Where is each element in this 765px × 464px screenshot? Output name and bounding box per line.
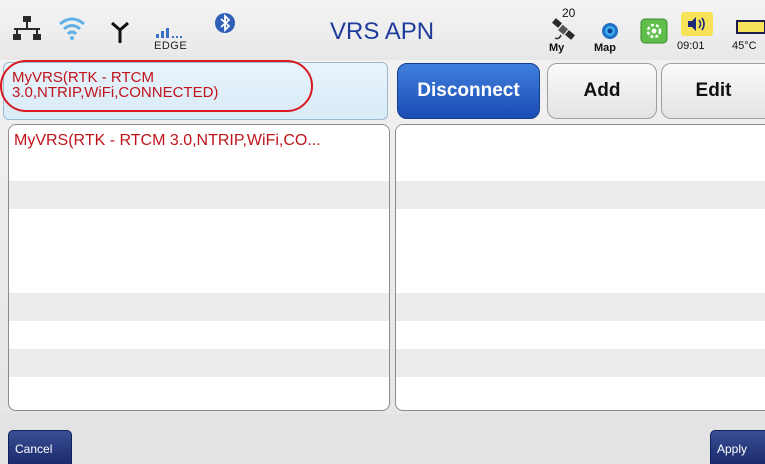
map-button[interactable]: Map xyxy=(594,20,634,60)
wifi-icon xyxy=(58,15,86,41)
list-item-label: MyVRS(RTK - RTCM 3.0,NTRIP,WiFi,CO... xyxy=(14,132,321,149)
list-row-empty xyxy=(9,349,389,377)
list-row-empty xyxy=(9,321,389,349)
page-title: VRS APN xyxy=(330,18,435,45)
disconnect-button[interactable]: Disconnect xyxy=(397,63,540,119)
list-row-empty xyxy=(396,125,765,153)
list-row-empty xyxy=(396,293,765,321)
cell-network-label: EDGE xyxy=(154,40,188,52)
list-item[interactable]: MyVRS(RTK - RTCM 3.0,NTRIP,WiFi,CO... xyxy=(9,125,389,153)
list-row-empty xyxy=(396,237,765,265)
clock: 09:01 xyxy=(677,40,705,52)
satellite-indicator[interactable]: 20 My xyxy=(545,6,585,56)
antenna-icon xyxy=(110,20,130,44)
list-row-empty xyxy=(396,321,765,349)
list-row-empty xyxy=(9,265,389,293)
list-row-empty xyxy=(9,293,389,321)
cell-signal-indicator: EDGE xyxy=(148,16,202,56)
apply-button[interactable]: Apply xyxy=(710,430,765,464)
list-row-empty xyxy=(396,209,765,237)
list-row-empty xyxy=(396,349,765,377)
volume-icon xyxy=(681,12,713,41)
softkey-bar xyxy=(0,414,765,464)
status-bar: EDGE VRS APN 20 My Map 09:01 45°C xyxy=(0,0,765,60)
apn-list[interactable]: MyVRS(RTK - RTCM 3.0,NTRIP,WiFi,CO... xyxy=(8,124,390,411)
list-row-empty xyxy=(396,377,765,405)
gear-icon xyxy=(640,18,668,48)
current-apn-line1: MyVRS(RTK - RTCM xyxy=(12,69,154,86)
apn-detail-list[interactable] xyxy=(395,124,765,411)
list-row-empty xyxy=(396,181,765,209)
list-row-empty xyxy=(396,153,765,181)
list-row-empty xyxy=(9,153,389,181)
list-row-empty xyxy=(396,265,765,293)
satellite-label: My xyxy=(549,42,565,54)
map-label: Map xyxy=(594,42,616,54)
battery-icon xyxy=(736,20,765,39)
battery-indicator: 45°C xyxy=(728,10,765,52)
edit-button[interactable]: Edit xyxy=(661,63,765,119)
bluetooth-icon xyxy=(214,12,236,34)
current-apn-field[interactable]: MyVRS(RTK - RTCM 3.0,NTRIP,WiFi,CONNECTE… xyxy=(3,62,388,120)
add-button[interactable]: Add xyxy=(547,63,657,119)
current-apn-line2: 3.0,NTRIP,WiFi,CONNECTED) xyxy=(12,84,219,101)
cancel-button[interactable]: Cancel xyxy=(8,430,72,464)
list-row-empty xyxy=(9,377,389,405)
list-row-empty xyxy=(9,181,389,209)
settings-button[interactable] xyxy=(640,18,668,44)
list-row-empty xyxy=(9,209,389,237)
volume-indicator[interactable]: 09:01 xyxy=(677,10,727,52)
list-row-empty xyxy=(9,237,389,265)
temperature-label: 45°C xyxy=(732,40,757,52)
ethernet-icon xyxy=(12,16,42,42)
